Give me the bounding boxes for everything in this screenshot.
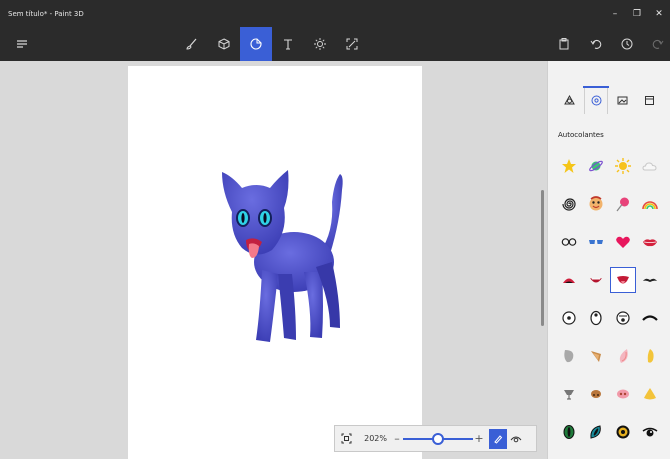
restore-button[interactable]: ❐: [626, 0, 648, 27]
view-3d-eye-icon[interactable]: [507, 429, 525, 449]
main-toolbar: [0, 27, 670, 61]
sticker-eye-small-icon[interactable]: [610, 305, 636, 331]
sticker-mouth-smile-icon[interactable]: [583, 267, 609, 293]
paste-icon[interactable]: [548, 27, 580, 61]
shapes-tab-icon[interactable]: [557, 86, 581, 114]
sticker-eye-oval-icon[interactable]: [583, 305, 609, 331]
zoom-bar: 202% – +: [334, 425, 537, 452]
sticker-mustache-icon[interactable]: [637, 267, 663, 293]
sticker-mouth-open-icon[interactable]: [556, 267, 582, 293]
sticker-sunglasses-icon[interactable]: [583, 229, 609, 255]
sticker-eye-round-icon[interactable]: [556, 305, 582, 331]
canvas-icon[interactable]: [336, 27, 368, 61]
sticker-nose-pink-icon[interactable]: [610, 381, 636, 407]
stickers-panel: Autocolantes: [547, 61, 670, 459]
custom-sticker-tab-icon[interactable]: [638, 86, 662, 114]
sticker-ear-gray-icon[interactable]: [556, 343, 582, 369]
sticker-nose-brown-icon[interactable]: [583, 381, 609, 407]
sticker-face-icon[interactable]: [583, 191, 609, 217]
cube-icon[interactable]: [208, 27, 240, 61]
sticker-icon[interactable]: [240, 27, 272, 61]
canvas-scrollbar[interactable]: [541, 190, 544, 326]
sticker-nose-yellow-icon[interactable]: [637, 381, 663, 407]
close-button[interactable]: ✕: [648, 0, 670, 27]
sticker-star-icon[interactable]: [556, 153, 582, 179]
stickers-tab-icon[interactable]: [583, 86, 610, 114]
redo-icon[interactable]: [642, 27, 670, 61]
panel-tabs: [548, 84, 670, 116]
sticker-ear-yellow-icon[interactable]: [637, 343, 663, 369]
sticker-rainbow-icon[interactable]: [637, 191, 663, 217]
sticker-glasses-icon[interactable]: [556, 229, 582, 255]
sticker-heart-icon[interactable]: [610, 229, 636, 255]
history-icon[interactable]: [611, 27, 643, 61]
pen-mode-icon[interactable]: [489, 428, 507, 449]
sticker-lollipop-icon[interactable]: [610, 191, 636, 217]
undo-icon[interactable]: [580, 27, 612, 61]
sticker-sun-icon[interactable]: [610, 153, 636, 179]
sticker-grid: [556, 147, 666, 451]
text-icon[interactable]: [272, 27, 304, 61]
sticker-eye-gold-icon[interactable]: [610, 419, 636, 445]
paint3d-window: Sem título* - Paint 3D – ❐ ✕ 202% – + Au…: [0, 0, 670, 459]
zoom-value: 202%: [364, 434, 387, 443]
sticker-eye-dark-icon[interactable]: [637, 419, 663, 445]
zoom-in-button[interactable]: +: [473, 432, 485, 445]
textures-tab-icon[interactable]: [611, 86, 635, 114]
sticker-ear-brown-icon[interactable]: [583, 343, 609, 369]
sticker-eye-green-icon[interactable]: [556, 419, 582, 445]
hamburger-icon[interactable]: [6, 27, 38, 61]
title-bar: Sem título* - Paint 3D – ❐ ✕: [0, 0, 670, 27]
sticker-planet-icon[interactable]: [583, 153, 609, 179]
cat-3d-model[interactable]: [212, 162, 364, 346]
zoom-slider[interactable]: [403, 432, 473, 446]
sticker-ear-pink-icon[interactable]: [610, 343, 636, 369]
section-label: Autocolantes: [558, 131, 604, 139]
window-title: Sem título* - Paint 3D: [8, 9, 84, 18]
zoom-slider-thumb[interactable]: [432, 432, 444, 445]
zoom-out-button[interactable]: –: [391, 432, 403, 445]
sticker-cloud-icon[interactable]: [637, 153, 663, 179]
sun-icon[interactable]: [304, 27, 336, 61]
fit-to-screen-icon[interactable]: [335, 433, 357, 444]
minimize-button[interactable]: –: [604, 0, 626, 27]
sticker-spiral-icon[interactable]: [556, 191, 582, 217]
sticker-nose-gray-icon[interactable]: [556, 381, 582, 407]
sticker-tongue-mouth-icon[interactable]: [610, 267, 636, 293]
sticker-lips-icon[interactable]: [637, 229, 663, 255]
sticker-eye-teal-icon[interactable]: [583, 419, 609, 445]
sticker-eyebrow-icon[interactable]: [637, 305, 663, 331]
brush-icon[interactable]: [176, 27, 208, 61]
